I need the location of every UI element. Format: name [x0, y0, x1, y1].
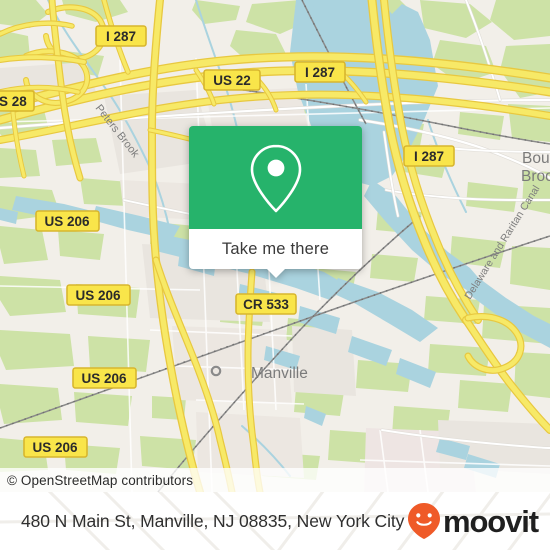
svg-text:US 22: US 22: [213, 73, 251, 88]
place-label-manville: Manville: [251, 365, 308, 382]
shield-us206-d: US 206: [23, 436, 88, 458]
shield-us206-b: US 206: [66, 284, 131, 306]
svg-text:US 206: US 206: [32, 440, 78, 455]
take-me-there-label: Take me there: [221, 239, 330, 258]
svg-text:I 287: I 287: [305, 65, 335, 80]
svg-text:I 287: I 287: [414, 149, 444, 164]
shield-us28: US 28: [0, 90, 35, 112]
map-attribution-bar: © OpenStreetMap contributors: [0, 468, 550, 492]
shield-i287-top: I 287: [95, 25, 147, 47]
place-label-brook: Broo: [521, 168, 550, 185]
svg-text:I 287: I 287: [106, 29, 136, 44]
location-popup-card[interactable]: Take me there: [189, 126, 362, 278]
place-label-bound: Boun: [522, 150, 550, 167]
shield-us22: US 22: [203, 69, 261, 91]
moovit-pin-smiley-icon: [407, 503, 440, 539]
shield-i287-right: I 287: [403, 145, 455, 167]
attribution-text: © OpenStreetMap contributors: [7, 472, 194, 488]
svg-text:US 28: US 28: [0, 94, 27, 109]
shield-us206-a: US 206: [35, 210, 100, 232]
svg-text:CR 533: CR 533: [243, 297, 289, 312]
shield-i287-upper-mid: I 287: [294, 61, 346, 83]
map-pin-icon: [250, 144, 301, 212]
svg-text:US 206: US 206: [44, 214, 90, 229]
moovit-wordmark: moovit: [442, 503, 539, 539]
map-canvas[interactable]: .green { fill:#cde2a6; } .green2 { fill:…: [0, 0, 550, 492]
address-text: 480 N Main St, Manville, NJ 08835, New Y…: [21, 510, 405, 531]
svg-text:US 206: US 206: [75, 288, 121, 303]
moovit-logo[interactable]: moovit: [407, 502, 539, 540]
shield-cr533: CR 533: [235, 293, 297, 315]
moovit-map-screenshot: .green { fill:#cde2a6; } .green2 { fill:…: [0, 0, 550, 550]
popup-header: [189, 126, 362, 229]
footer-bar: 480 N Main St, Manville, NJ 08835, New Y…: [0, 492, 550, 550]
popup-pointer: [266, 269, 285, 278]
svg-text:US 206: US 206: [81, 371, 127, 386]
shield-us206-c: US 206: [72, 367, 137, 389]
popup-action-bar[interactable]: Take me there: [189, 229, 362, 278]
